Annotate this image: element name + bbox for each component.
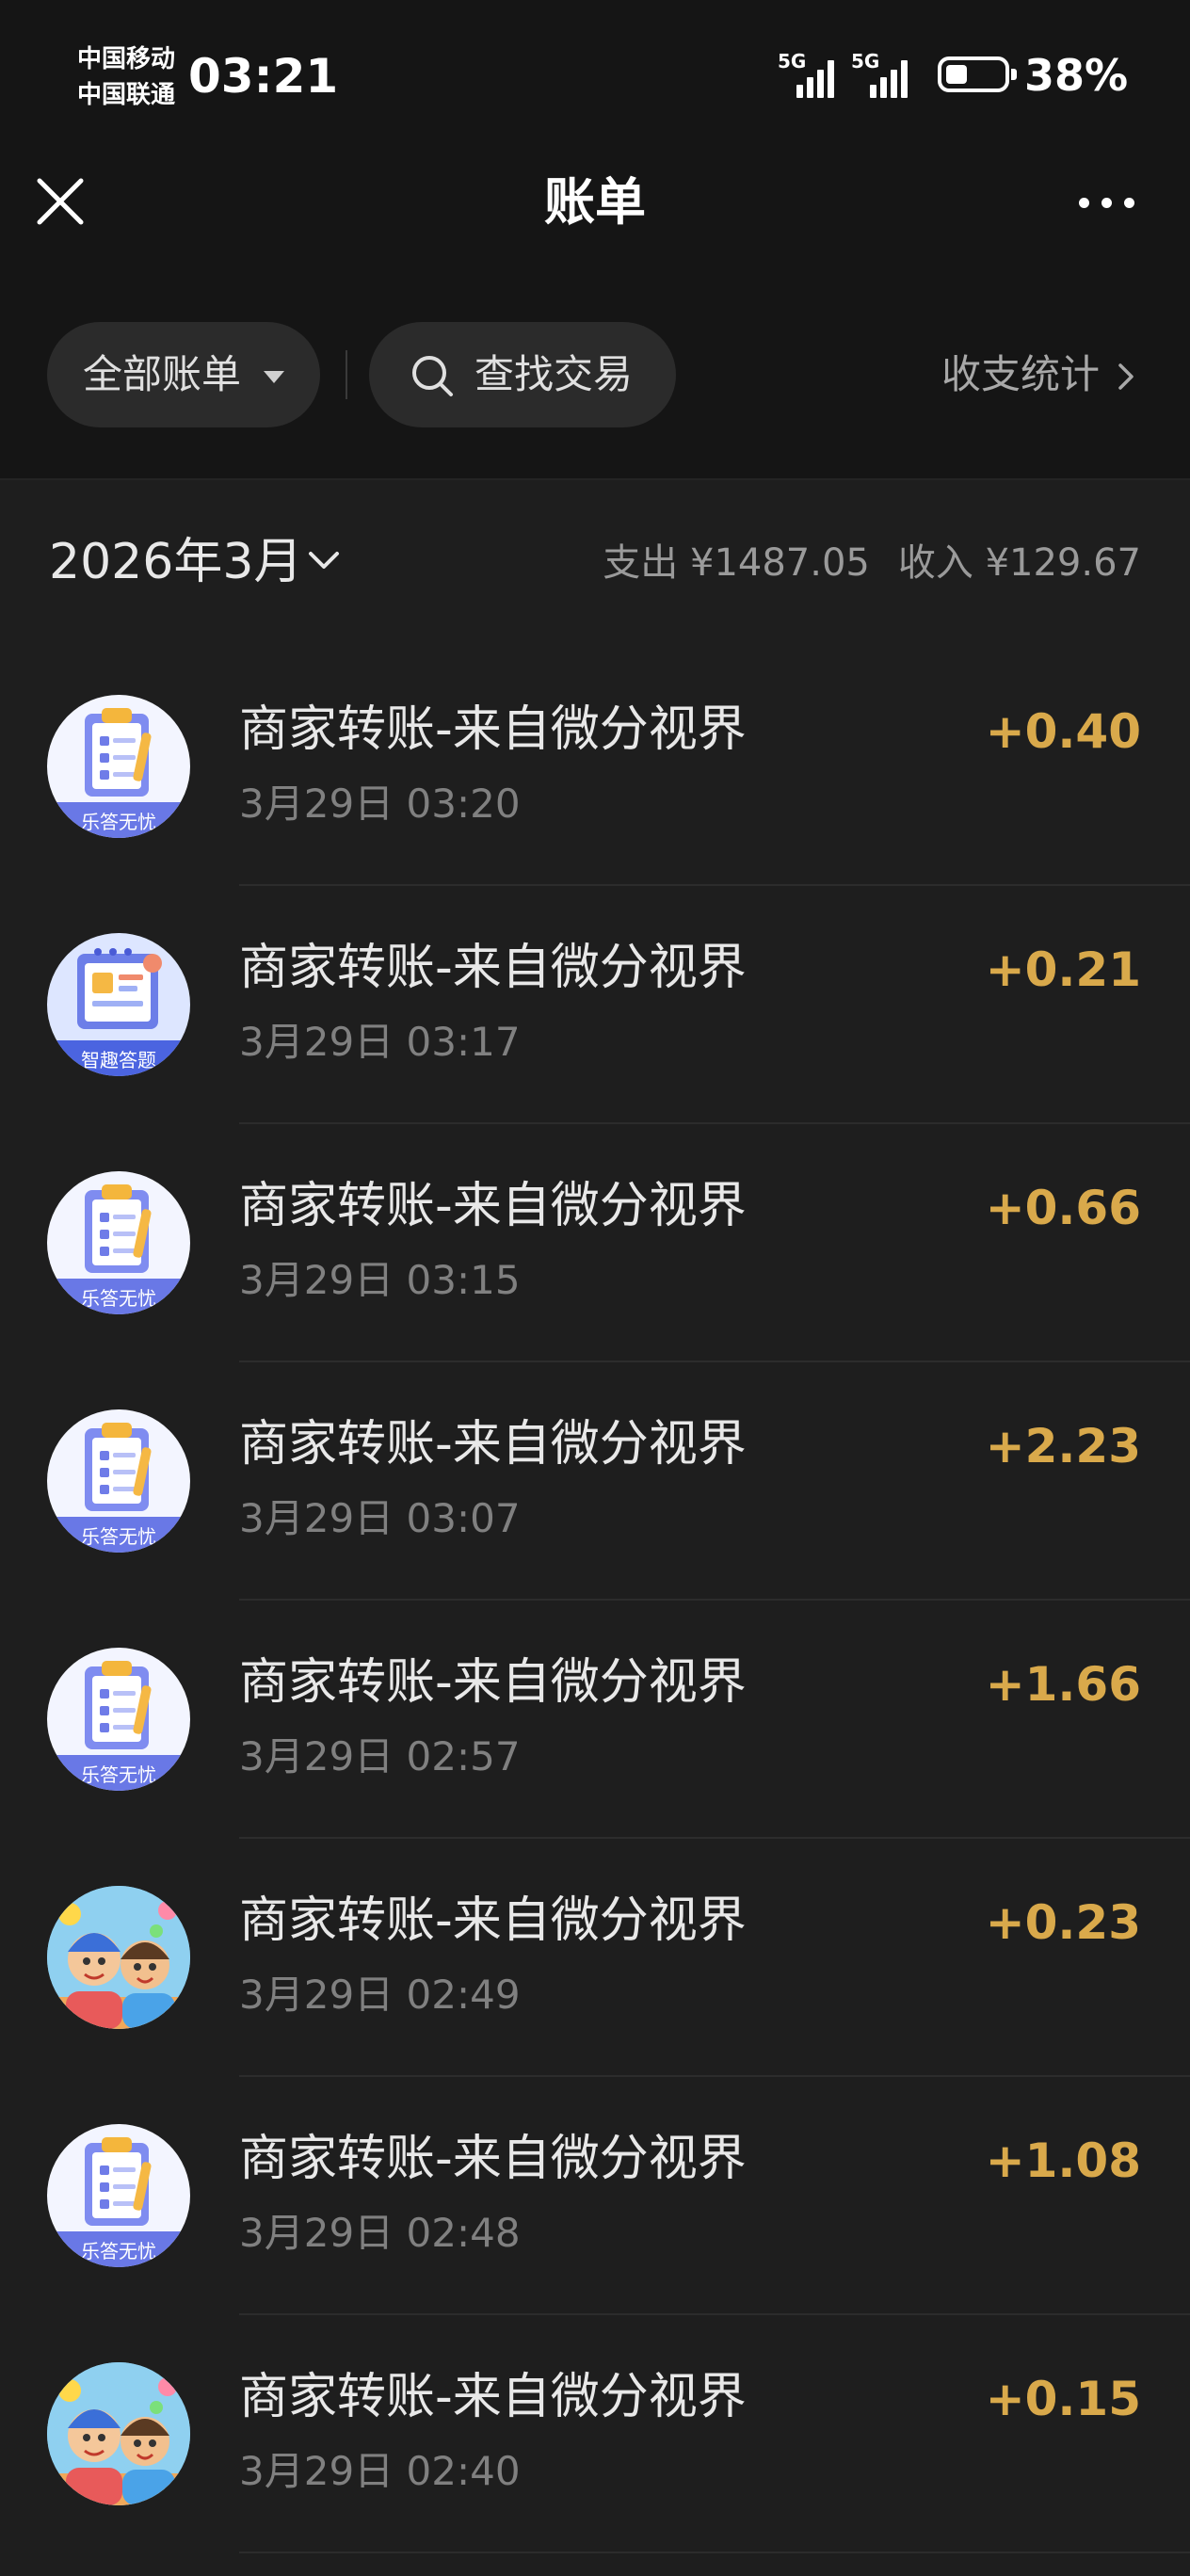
divider	[346, 350, 347, 399]
transaction-time: 3月29日 02:48	[239, 2210, 521, 2256]
stats-link[interactable]: 收支统计	[941, 346, 1134, 403]
transaction-title: 商家转账-来自微分视界	[239, 1654, 747, 1711]
battery-fill	[946, 65, 967, 84]
transaction-time: 3月29日 02:49	[239, 1972, 521, 2018]
search-icon	[412, 356, 453, 396]
month-header: 2026年3月 支出 ¥1487.05 收入 ¥129.67	[0, 478, 1190, 650]
avatar-label: 智趣答题	[81, 1049, 156, 1071]
transaction-row[interactable]: 商家转账-来自微分视界 3月29日 02:40 +0.15	[0, 2315, 1190, 2553]
transaction-row[interactable]: 乐答无忧 商家转账-来自微分视界 3月29日 02:57 +1.66	[0, 1601, 1190, 1839]
transaction-row[interactable]: 商家转账-来自微分视界 3月29日 02:49 +0.23	[0, 1839, 1190, 2077]
merchant-avatar: 乐答无忧	[47, 695, 190, 838]
chevron-down-icon[interactable]	[307, 550, 341, 572]
transaction-amount: +1.08	[985, 2133, 1141, 2188]
transaction-title: 商家转账-来自微分视界	[239, 2369, 747, 2425]
row-divider	[239, 2552, 1190, 2553]
merchant-avatar: 智趣答题	[47, 933, 190, 1076]
battery-icon	[938, 56, 1017, 92]
income-total: 收入 ¥129.67	[897, 541, 1141, 585]
status-bar: 中国移动 中国联通 03:21 5G 5G 38%	[0, 0, 1190, 151]
search-transactions-button[interactable]: 查找交易	[369, 322, 676, 427]
carrier-1: 中国移动	[77, 45, 176, 73]
transaction-title: 商家转账-来自微分视界	[239, 940, 747, 996]
transaction-row[interactable]: 乐答无忧 商家转账-来自微分视界 3月29日 03:20 +0.40	[0, 648, 1190, 886]
month-summary: 支出 ¥1487.05 收入 ¥129.67	[603, 533, 1141, 593]
transaction-time: 3月29日 03:20	[239, 781, 521, 827]
transaction-amount: +0.66	[985, 1181, 1141, 1235]
merchant-avatar: 乐答无忧	[47, 1171, 190, 1314]
status-time: 03:21	[188, 49, 339, 104]
all-bills-filter[interactable]: 全部账单	[47, 322, 320, 427]
more-button[interactable]	[1073, 185, 1139, 222]
avatar-label: 乐答无忧	[81, 1287, 156, 1310]
transaction-time: 3月29日 02:57	[239, 1733, 521, 1779]
signal-1-label: 5G	[778, 50, 807, 72]
carrier-names: 中国移动 中国联通	[77, 41, 175, 113]
search-label: 查找交易	[474, 351, 634, 397]
transaction-time: 3月29日 03:17	[239, 1019, 521, 1065]
chevron-right-icon	[1118, 363, 1134, 390]
transaction-title: 商家转账-来自微分视界	[239, 1892, 747, 1949]
merchant-avatar: 乐答无忧	[47, 1648, 190, 1791]
merchant-avatar: 乐答无忧	[47, 1409, 190, 1553]
expense-total: 支出 ¥1487.05	[603, 541, 870, 585]
signal-icon: 5G	[778, 51, 853, 98]
merchant-avatar	[47, 1886, 190, 2029]
transaction-time: 3月29日 02:40	[239, 2448, 521, 2494]
transaction-row[interactable]: 乐答无忧 商家转账-来自微分视界 3月29日 03:15 +0.66	[0, 1124, 1190, 1362]
transaction-row[interactable]: 乐答无忧 商家转账-来自微分视界 3月29日 03:07 +2.23	[0, 1362, 1190, 1601]
transaction-row[interactable]: 智趣答题 商家转账-来自微分视界 3月29日 03:17 +0.21	[0, 886, 1190, 1124]
transaction-amount: +0.23	[985, 1895, 1141, 1950]
transaction-title: 商家转账-来自微分视界	[239, 701, 747, 758]
merchant-avatar	[47, 2362, 190, 2505]
transaction-amount: +0.40	[985, 704, 1141, 759]
header-area: 中国移动 中国联通 03:21 5G 5G 38% 账单 全部账单 查找交易 收…	[0, 0, 1190, 478]
signal-2-label: 5G	[851, 50, 880, 72]
transaction-time: 3月29日 03:15	[239, 1257, 521, 1303]
avatar-label: 乐答无忧	[81, 811, 156, 833]
transaction-time: 3月29日 03:07	[239, 1495, 521, 1541]
transaction-title: 商家转账-来自微分视界	[239, 1416, 747, 1473]
transaction-amount: +0.21	[985, 942, 1141, 997]
battery-percent: 38%	[1024, 50, 1129, 101]
page-title: 账单	[544, 172, 646, 232]
transaction-row[interactable]: 乐答无忧 商家转账-来自微分视界 3月29日 02:48 +1.08	[0, 2077, 1190, 2315]
transaction-amount: +1.66	[985, 1657, 1141, 1712]
merchant-avatar: 乐答无忧	[47, 2124, 190, 2267]
caret-down-icon	[264, 371, 284, 383]
avatar-label: 乐答无忧	[81, 1763, 156, 1786]
avatar-label: 乐答无忧	[81, 2240, 156, 2262]
signal-icon: 5G	[851, 51, 926, 98]
stats-label: 收支统计	[941, 351, 1101, 397]
carrier-2: 中国联通	[77, 81, 176, 109]
transaction-amount: +2.23	[985, 1419, 1141, 1473]
transaction-amount: +0.15	[985, 2372, 1141, 2426]
avatar-label: 乐答无忧	[81, 1525, 156, 1548]
transaction-list: 乐答无忧 商家转账-来自微分视界 3月29日 03:20 +0.40 智趣答题	[0, 648, 1190, 2576]
month-selector[interactable]: 2026年3月	[49, 527, 302, 597]
all-bills-label: 全部账单	[83, 351, 242, 397]
transaction-title: 商家转账-来自微分视界	[239, 1178, 747, 1234]
transaction-title: 商家转账-来自微分视界	[239, 2131, 747, 2187]
